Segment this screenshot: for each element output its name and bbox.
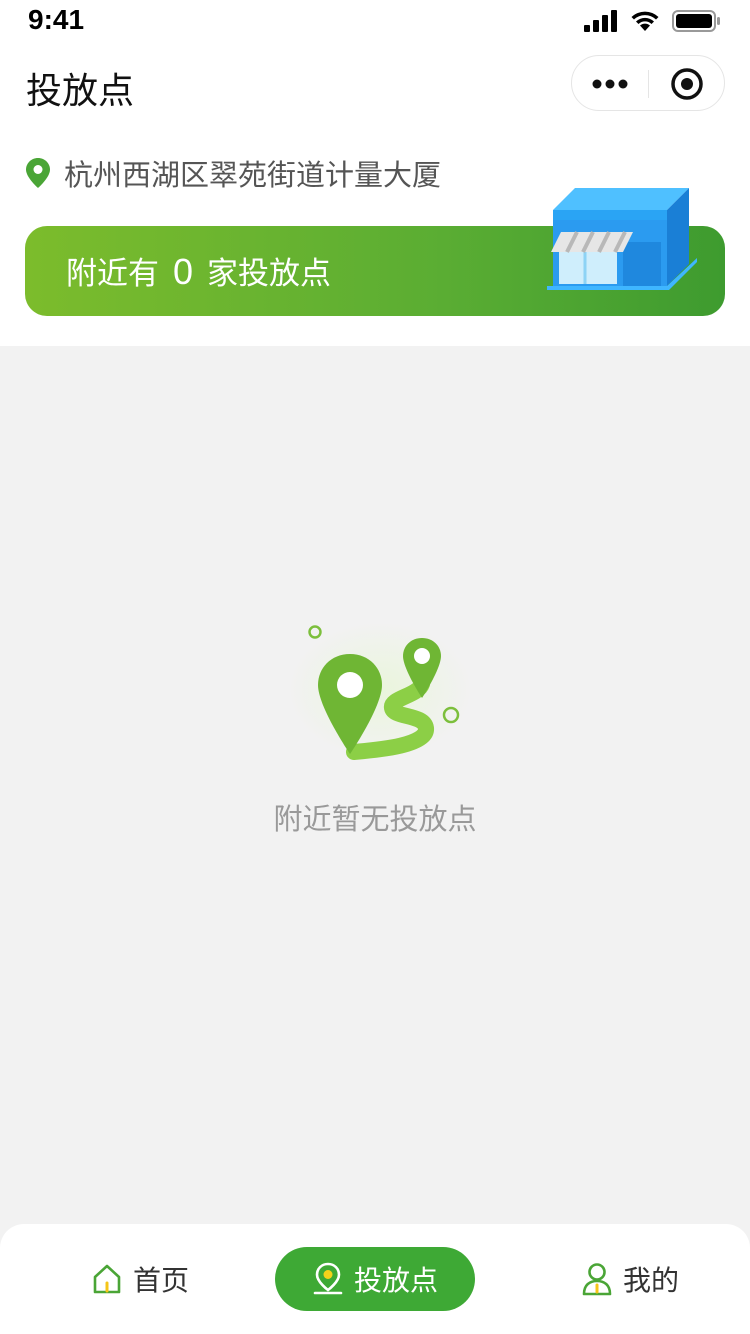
user-icon	[582, 1263, 612, 1296]
status-icons	[584, 10, 720, 32]
more-button[interactable]	[572, 56, 648, 112]
tab-home[interactable]: 首页	[75, 1247, 205, 1311]
status-bar: 9:41	[0, 0, 750, 44]
close-button[interactable]	[649, 56, 725, 112]
empty-map-illustration-icon	[288, 622, 470, 760]
home-icon	[93, 1264, 121, 1294]
tab-mine-label: 我的	[622, 1264, 679, 1297]
tab-home-label: 首页	[132, 1264, 189, 1297]
location-address: 杭州西湖区翠苑街道计量大厦	[64, 158, 442, 192]
tab-drop-points-label: 投放点	[353, 1264, 438, 1297]
page-title: 投放点	[26, 71, 135, 112]
empty-state-message: 附近暂无投放点	[273, 802, 477, 836]
location-pin-icon	[26, 158, 50, 188]
wifi-icon	[631, 11, 659, 31]
battery-icon	[672, 10, 720, 32]
banner-suffix: 家投放点	[207, 256, 332, 292]
location-row[interactable]: 杭州西湖区翠苑街道计量大厦	[26, 152, 441, 194]
tab-drop-points[interactable]: 投放点	[275, 1247, 475, 1311]
store-illustration-icon	[547, 188, 697, 290]
banner-text: 附近有 0 家投放点	[66, 248, 331, 293]
status-time: 9:41	[28, 4, 85, 35]
signal-icon	[584, 10, 617, 32]
more-dots-icon	[592, 79, 628, 89]
target-close-icon	[671, 68, 703, 100]
page: 9:41 投放点 杭州西湖区翠苑街道计量大厦 附近有 0 家投放点 附近暂无投放…	[0, 0, 750, 1334]
map-pin-icon	[313, 1262, 343, 1295]
tab-bar: 首页 投放点 我的	[0, 1224, 750, 1334]
nav-bar: 投放点	[0, 44, 750, 128]
nearby-count-banner: 附近有 0 家投放点	[25, 188, 725, 316]
mini-program-capsule	[571, 55, 725, 111]
tab-mine[interactable]: 我的	[575, 1247, 685, 1311]
banner-prefix: 附近有	[66, 256, 159, 292]
nearby-count: 0	[173, 251, 194, 292]
header-section: 杭州西湖区翠苑街道计量大厦 附近有 0 家投放点	[0, 128, 750, 346]
